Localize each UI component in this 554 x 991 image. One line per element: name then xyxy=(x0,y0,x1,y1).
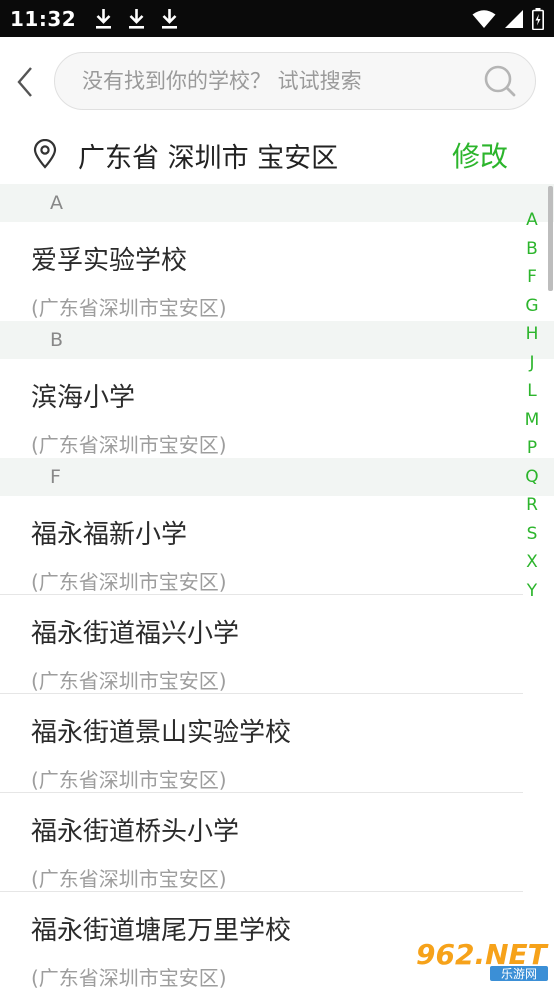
school-name: 福永街道桥头小学 xyxy=(31,817,240,847)
school-list-item[interactable]: 福永街道福兴小学 (广东省深圳市宝安区) xyxy=(0,595,523,694)
alpha-index-b[interactable]: B xyxy=(526,235,538,264)
back-button[interactable] xyxy=(8,61,42,103)
status-indicators xyxy=(472,7,544,30)
school-region: (广东省深圳市宝安区) xyxy=(31,570,227,594)
alpha-index-l[interactable]: L xyxy=(527,377,536,406)
alpha-index-s[interactable]: S xyxy=(527,520,538,549)
school-region: (广东省深圳市宝安区) xyxy=(31,296,227,320)
search-button[interactable] xyxy=(483,64,517,98)
school-name: 福永街道福兴小学 xyxy=(31,619,240,649)
alpha-index-y[interactable]: Y xyxy=(527,577,537,606)
watermark-site-name: 乐游网 xyxy=(501,967,537,981)
school-list-item[interactable]: 爱孚实验学校 (广东省深圳市宝安区) xyxy=(0,222,523,321)
chevron-left-icon xyxy=(17,67,32,97)
school-name: 福永街道塘尾万里学校 xyxy=(31,916,292,946)
alpha-index-f[interactable]: F xyxy=(527,263,537,292)
school-list-item[interactable]: 滨海小学 (广东省深圳市宝安区) xyxy=(0,359,523,458)
school-region: (广东省深圳市宝安区) xyxy=(31,867,227,891)
alpha-index-x[interactable]: X xyxy=(526,548,538,577)
site-watermark: 962.NET 乐游网 xyxy=(415,937,549,981)
school-region: (广东省深圳市宝安区) xyxy=(31,768,227,792)
download-icon xyxy=(162,8,178,29)
header xyxy=(0,37,554,127)
alpha-index-g[interactable]: G xyxy=(525,292,538,321)
current-location: 广东省 深圳市 宝安区 xyxy=(78,143,339,174)
battery-icon xyxy=(532,7,544,30)
school-name: 福永福新小学 xyxy=(31,520,188,550)
school-list-item[interactable]: 福永福新小学 (广东省深圳市宝安区) xyxy=(0,496,523,595)
status-bar: 11:32 xyxy=(0,0,554,37)
school-region: (广东省深圳市宝安区) xyxy=(31,433,227,457)
school-list-item[interactable]: 福永街道景山实验学校 (广东省深圳市宝安区) xyxy=(0,694,523,793)
download-icon xyxy=(96,8,112,29)
alpha-index-a[interactable]: A xyxy=(526,206,538,235)
signal-icon xyxy=(505,9,523,28)
school-list[interactable]: A 爱孚实验学校 (广东省深圳市宝安区) B 滨海小学 (广东省深圳市宝安区) … xyxy=(0,184,554,991)
alpha-index-r[interactable]: R xyxy=(526,491,538,520)
section-header-b: B xyxy=(0,321,554,359)
section-header-f: F xyxy=(0,458,554,496)
alpha-index-h[interactable]: H xyxy=(526,320,539,349)
location-bar: 广东省 深圳市 宝安区 修改 xyxy=(0,127,554,184)
search-box[interactable] xyxy=(54,52,536,110)
status-time: 11:32 xyxy=(10,6,77,31)
school-name: 滨海小学 xyxy=(31,383,136,413)
school-region: (广东省深圳市宝安区) xyxy=(31,669,227,693)
download-notifications xyxy=(94,8,179,30)
alphabet-index[interactable]: A B F G H J L M P Q R S X Y xyxy=(520,206,544,605)
alpha-index-q[interactable]: Q xyxy=(525,463,538,492)
alpha-index-p[interactable]: P xyxy=(527,434,537,463)
location-pin-icon xyxy=(33,139,57,169)
section-header-a: A xyxy=(0,184,554,222)
alpha-index-j[interactable]: J xyxy=(529,349,534,378)
school-name: 福永街道景山实验学校 xyxy=(31,718,292,748)
scrollbar-thumb[interactable] xyxy=(548,186,553,291)
search-input[interactable] xyxy=(82,69,483,93)
school-name: 爱孚实验学校 xyxy=(31,246,188,276)
download-icon xyxy=(129,8,145,29)
alpha-index-m[interactable]: M xyxy=(525,406,540,435)
wifi-icon xyxy=(472,9,496,28)
edit-location-button[interactable]: 修改 xyxy=(452,135,508,175)
school-region: (广东省深圳市宝安区) xyxy=(31,966,227,990)
search-icon xyxy=(484,65,516,97)
school-list-item[interactable]: 福永街道桥头小学 (广东省深圳市宝安区) xyxy=(0,793,523,892)
